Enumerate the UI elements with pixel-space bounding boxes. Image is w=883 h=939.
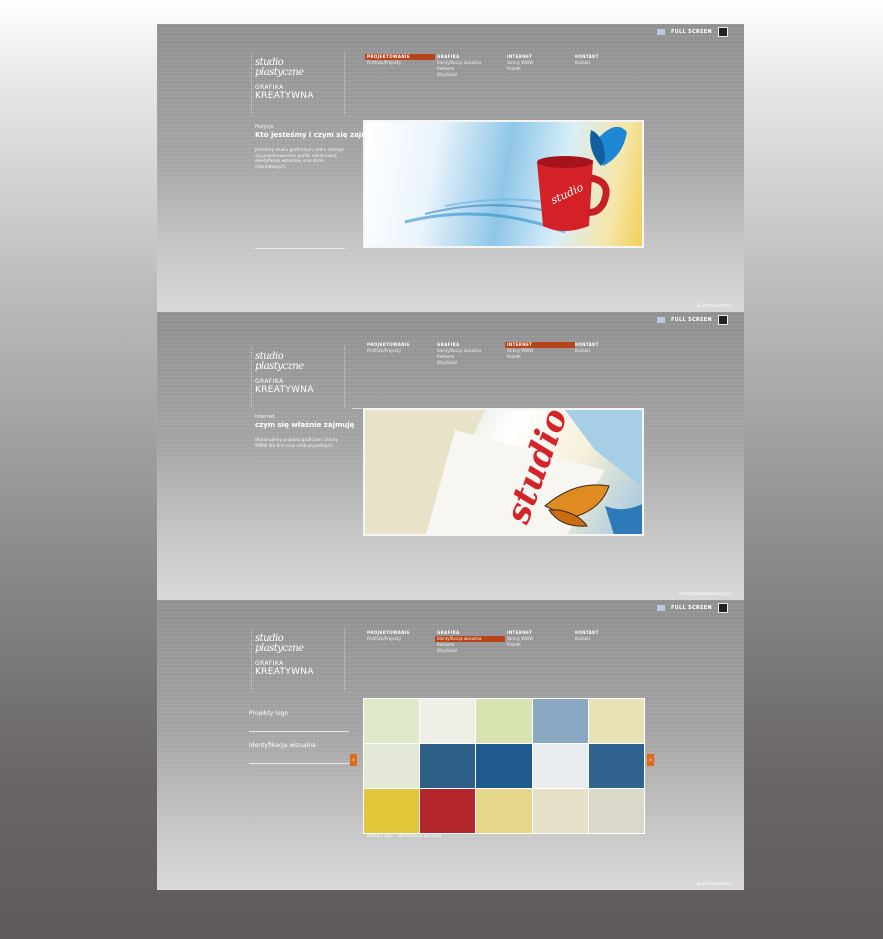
hero-image-paper-butterfly: studio bbox=[363, 408, 644, 536]
nav-item[interactable]: Kontakt bbox=[573, 60, 643, 66]
nav-item[interactable]: Projekt bbox=[505, 354, 575, 360]
top-bar: FULL SCREEN bbox=[656, 26, 728, 38]
sidebar-item-identyfikacja[interactable]: Identyfikacja wizualna bbox=[249, 742, 349, 749]
nav-item[interactable]: Portfolio/Projekty bbox=[365, 60, 435, 66]
flag-icon[interactable] bbox=[656, 605, 665, 611]
nav-column-kontakt: KONTAKT Kontakt bbox=[573, 630, 643, 642]
nav-column-internet: INTERNET Strony WWW Projekt bbox=[505, 54, 575, 72]
gallery-thumbnail[interactable] bbox=[364, 744, 420, 788]
nav-item[interactable]: Projekt bbox=[505, 66, 575, 72]
divider bbox=[249, 763, 349, 764]
footer-credit: ISupra/Vincent/Cz bbox=[696, 303, 732, 308]
main-nav: PROJEKTOWANIE Portfolio/Projekty GRAFIKA… bbox=[365, 54, 598, 94]
fullscreen-button[interactable]: FULL SCREEN bbox=[671, 605, 712, 611]
hero-illustration: studio bbox=[404, 126, 627, 234]
flag-icon[interactable] bbox=[656, 29, 665, 35]
gallery-thumbnail[interactable] bbox=[532, 744, 588, 788]
intro-block: Internet czym się właśnie zajmuję Wykonu… bbox=[255, 414, 354, 448]
gallery-thumbnail[interactable] bbox=[588, 789, 644, 833]
top-bar: FULL SCREEN bbox=[656, 314, 728, 326]
nav-column-internet: INTERNET Strony WWW Projekt bbox=[505, 630, 575, 648]
logo-frame bbox=[251, 52, 345, 113]
divider bbox=[352, 408, 362, 409]
gallery-thumbnail[interactable] bbox=[420, 744, 476, 788]
gallery-thumbnail[interactable] bbox=[588, 699, 644, 743]
nav-column-projektowanie: PROJEKTOWANIE Portfolio/Projekty bbox=[365, 630, 435, 642]
nav-item[interactable]: Kontakt bbox=[573, 636, 643, 642]
nav-column-grafika: GRAFIKA Identyfikacja wizualna Reklama W… bbox=[435, 630, 505, 654]
intro-body: Jesteśmy studio graficznym, które zajmuj… bbox=[255, 147, 344, 169]
portfolio-gallery bbox=[363, 698, 645, 834]
top-bar: FULL SCREEN bbox=[656, 602, 728, 614]
intro-body: Wykonujemy projekty graficzne i strony W… bbox=[255, 437, 339, 448]
nav-item[interactable]: Wizytówki bbox=[435, 72, 505, 78]
logo[interactable]: studio plastyczne GRAFIKA KREATYWNA bbox=[251, 346, 345, 407]
hero-image-mug-butterfly: studio bbox=[363, 120, 644, 248]
nav-item[interactable]: Wizytówki bbox=[435, 360, 505, 366]
intro-title: czym się właśnie zajmuję bbox=[255, 421, 355, 429]
page-screenshot-3: FULL SCREEN studio plastyczne GRAFIKA KR… bbox=[157, 600, 744, 890]
nav-column-grafika: GRAFIKA Identyfikacja wizualna Reklama W… bbox=[435, 54, 505, 78]
page-screenshot-1: FULL SCREEN studio plastyczne GRAFIKA KR… bbox=[157, 24, 744, 312]
gallery-caption: Projekty logo - identyfikacja wizualna bbox=[367, 833, 442, 838]
page-screenshot-2: FULL SCREEN studio plastyczne GRAFIKA KR… bbox=[157, 312, 744, 600]
footer-credit: ISupra/Vincent/Cz bbox=[696, 881, 732, 886]
nav-column-kontakt: KONTAKT Kontakt bbox=[573, 54, 643, 66]
menu-icon[interactable] bbox=[718, 315, 728, 325]
nav-column-internet: INTERNET Strony WWW Projekt bbox=[505, 342, 575, 360]
gallery-thumbnail[interactable] bbox=[364, 789, 420, 833]
next-arrow-button[interactable]: › bbox=[647, 754, 654, 766]
gallery-thumbnail[interactable] bbox=[532, 789, 588, 833]
logo-frame bbox=[251, 346, 345, 407]
gallery-thumbnail[interactable] bbox=[532, 699, 588, 743]
prev-arrow-button[interactable]: ‹ bbox=[350, 754, 357, 766]
gallery-thumbnail[interactable] bbox=[364, 699, 420, 743]
main-nav: PROJEKTOWANIE Portfolio/Projekty GRAFIKA… bbox=[365, 630, 598, 670]
gallery-thumbnail[interactable] bbox=[476, 699, 532, 743]
footer-credit: kontakt@studioplastyczne bbox=[679, 591, 732, 596]
divider bbox=[249, 731, 349, 732]
divider bbox=[255, 248, 345, 249]
flag-icon[interactable] bbox=[656, 317, 665, 323]
hero-illustration: studio bbox=[365, 410, 642, 534]
gallery-thumbnail[interactable] bbox=[476, 789, 532, 833]
nav-column-projektowanie: PROJEKTOWANIE Portfolio/Projekty bbox=[365, 54, 435, 66]
nav-item[interactable]: Portfolio/Projekty bbox=[365, 636, 435, 642]
nav-column-grafika: GRAFIKA Identyfikacja wizualna Reklama W… bbox=[435, 342, 505, 366]
logo[interactable]: studio plastyczne GRAFIKA KREATYWNA bbox=[251, 52, 345, 113]
menu-icon[interactable] bbox=[718, 603, 728, 613]
menu-icon[interactable] bbox=[718, 27, 728, 37]
nav-item[interactable]: Projekt bbox=[505, 642, 575, 648]
gallery-sidebar: Projekty logo Identyfikacja wizualna bbox=[249, 710, 349, 764]
gallery-thumbnail[interactable] bbox=[420, 699, 476, 743]
main-nav: PROJEKTOWANIE Portfolio/Projekty GRAFIKA… bbox=[365, 342, 598, 382]
fullscreen-button[interactable]: FULL SCREEN bbox=[671, 317, 712, 323]
nav-item[interactable]: Portfolio/Projekty bbox=[365, 348, 435, 354]
fullscreen-button[interactable]: FULL SCREEN bbox=[671, 29, 712, 35]
gallery-thumbnail[interactable] bbox=[420, 789, 476, 833]
nav-column-projektowanie: PROJEKTOWANIE Portfolio/Projekty bbox=[365, 342, 435, 354]
gallery-thumbnail[interactable] bbox=[476, 744, 532, 788]
gallery-thumbnail[interactable] bbox=[588, 744, 644, 788]
nav-item[interactable]: Wizytówki bbox=[435, 648, 505, 654]
logo[interactable]: studio plastyczne GRAFIKA KREATYWNA bbox=[251, 628, 345, 689]
sidebar-item-projekty-logo[interactable]: Projekty logo bbox=[249, 710, 349, 717]
nav-column-kontakt: KONTAKT Kontakt bbox=[573, 342, 643, 354]
intro-kicker: Internet bbox=[255, 414, 275, 420]
nav-item[interactable]: Kontakt bbox=[573, 348, 643, 354]
logo-frame bbox=[251, 628, 345, 689]
